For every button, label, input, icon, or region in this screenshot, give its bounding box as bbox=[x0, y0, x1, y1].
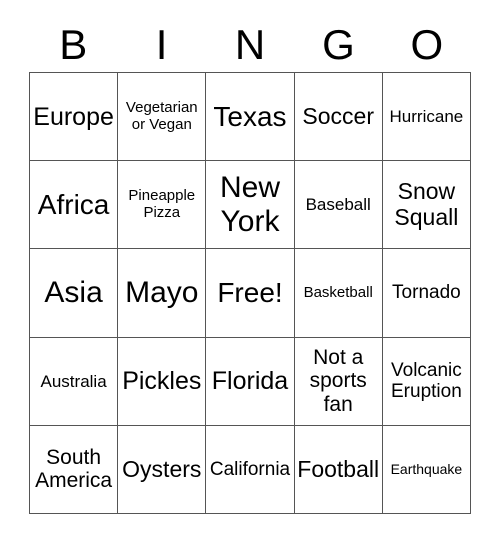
bingo-cell[interactable]: Texas bbox=[206, 73, 295, 162]
bingo-header-letter-o: O bbox=[410, 21, 444, 68]
bingo-cell[interactable]: Australia bbox=[30, 337, 119, 426]
bingo-cell[interactable]: Volcanic Eruption bbox=[382, 337, 471, 426]
bingo-cell[interactable]: New York bbox=[206, 161, 295, 250]
bingo-cell[interactable]: Hurricane bbox=[382, 73, 471, 162]
bingo-cell[interactable]: Oysters bbox=[118, 425, 207, 514]
bingo-cell[interactable]: Basketball bbox=[294, 249, 383, 338]
bingo-card: B I N G O Europe Vegetarian or Vegan Texas… bbox=[0, 0, 500, 544]
bingo-cell[interactable]: South America bbox=[30, 425, 119, 514]
bingo-cell-label: Earthquake bbox=[390, 460, 463, 477]
bingo-cell[interactable]: California bbox=[206, 425, 295, 514]
bingo-header-letter-n: N bbox=[234, 21, 266, 68]
bingo-cell[interactable]: Soccer bbox=[294, 73, 383, 162]
bingo-cell-label: Not a sports fan bbox=[309, 345, 367, 416]
bingo-grid: Europe Vegetarian or Vegan Texas Soccer Hurr… bbox=[29, 72, 471, 514]
bingo-cell[interactable]: Baseball bbox=[294, 161, 383, 250]
bingo-cell[interactable]: Africa bbox=[30, 161, 119, 250]
bingo-header-letter-b: B bbox=[59, 21, 88, 68]
bingo-cell[interactable]: Europe bbox=[30, 73, 119, 162]
bingo-cell[interactable]: Snow Squall bbox=[382, 161, 471, 250]
bingo-header-letter-i: I bbox=[155, 21, 168, 68]
bingo-cell-label: Snow Squall bbox=[394, 178, 459, 230]
bingo-cell-label: Mayo bbox=[125, 276, 199, 310]
bingo-cell-label: Soccer bbox=[302, 102, 374, 129]
bingo-cell-label: Tornado bbox=[392, 282, 461, 304]
bingo-cell[interactable]: Tornado bbox=[382, 249, 471, 338]
bingo-cell[interactable]: Pineapple Pizza bbox=[118, 161, 207, 250]
bingo-cell-label: Florida bbox=[211, 367, 289, 396]
bingo-cell[interactable]: Football bbox=[294, 425, 383, 514]
bingo-cell-label: California bbox=[209, 458, 291, 480]
bingo-cell-label: Pineapple Pizza bbox=[128, 186, 196, 221]
bingo-cell-label: Texas bbox=[213, 100, 287, 132]
bingo-header-letter-g: G bbox=[322, 21, 355, 68]
bingo-cell[interactable]: Vegetarian or Vegan bbox=[118, 73, 207, 162]
bingo-cell[interactable]: Free! bbox=[206, 249, 295, 338]
bingo-cell-label: Africa bbox=[37, 189, 110, 221]
bingo-cell-label: Football bbox=[297, 455, 380, 482]
bingo-cell[interactable]: Pickles bbox=[118, 337, 207, 426]
bingo-cell[interactable]: Not a sports fan bbox=[294, 337, 383, 426]
bingo-cell[interactable]: Mayo bbox=[118, 249, 207, 338]
bingo-cell-label: Hurricane bbox=[389, 107, 464, 127]
bingo-cell-label: Oysters bbox=[122, 455, 202, 482]
bingo-cell-label: Australia bbox=[40, 371, 107, 391]
bingo-cell-label: New York bbox=[219, 171, 280, 238]
bingo-cell-label: Free! bbox=[217, 277, 283, 309]
bingo-cell-label: Pickles bbox=[122, 367, 202, 396]
bingo-cell-label: Europe bbox=[33, 102, 114, 131]
bingo-cell[interactable]: Earthquake bbox=[382, 425, 471, 514]
bingo-cell-label: Volcanic Eruption bbox=[391, 359, 462, 403]
bingo-cell-label: Baseball bbox=[305, 195, 371, 215]
bingo-cell[interactable]: Florida bbox=[206, 337, 295, 426]
bingo-cell-label: Asia bbox=[44, 276, 103, 310]
bingo-header-row: B I N G O bbox=[29, 18, 471, 72]
bingo-cell-label: South America bbox=[35, 445, 113, 493]
bingo-cell-label: Vegetarian or Vegan bbox=[125, 98, 198, 133]
bingo-cell[interactable]: Asia bbox=[30, 249, 119, 338]
bingo-cell-label: Basketball bbox=[303, 283, 373, 301]
